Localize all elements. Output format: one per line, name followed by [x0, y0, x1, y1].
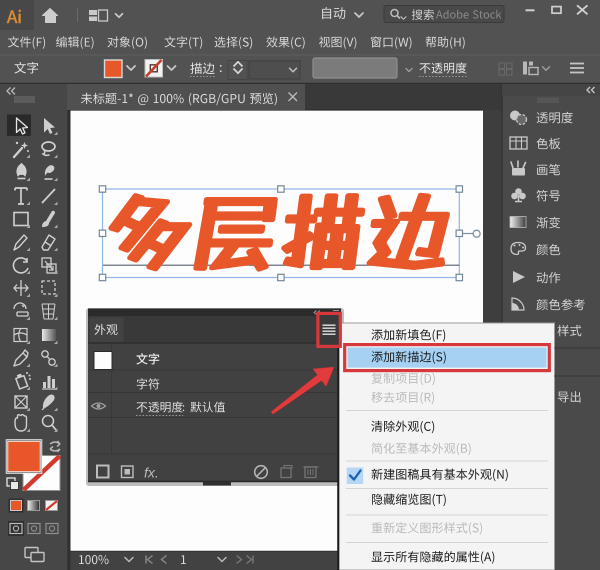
svg-text:fx.: fx.	[144, 465, 159, 481]
